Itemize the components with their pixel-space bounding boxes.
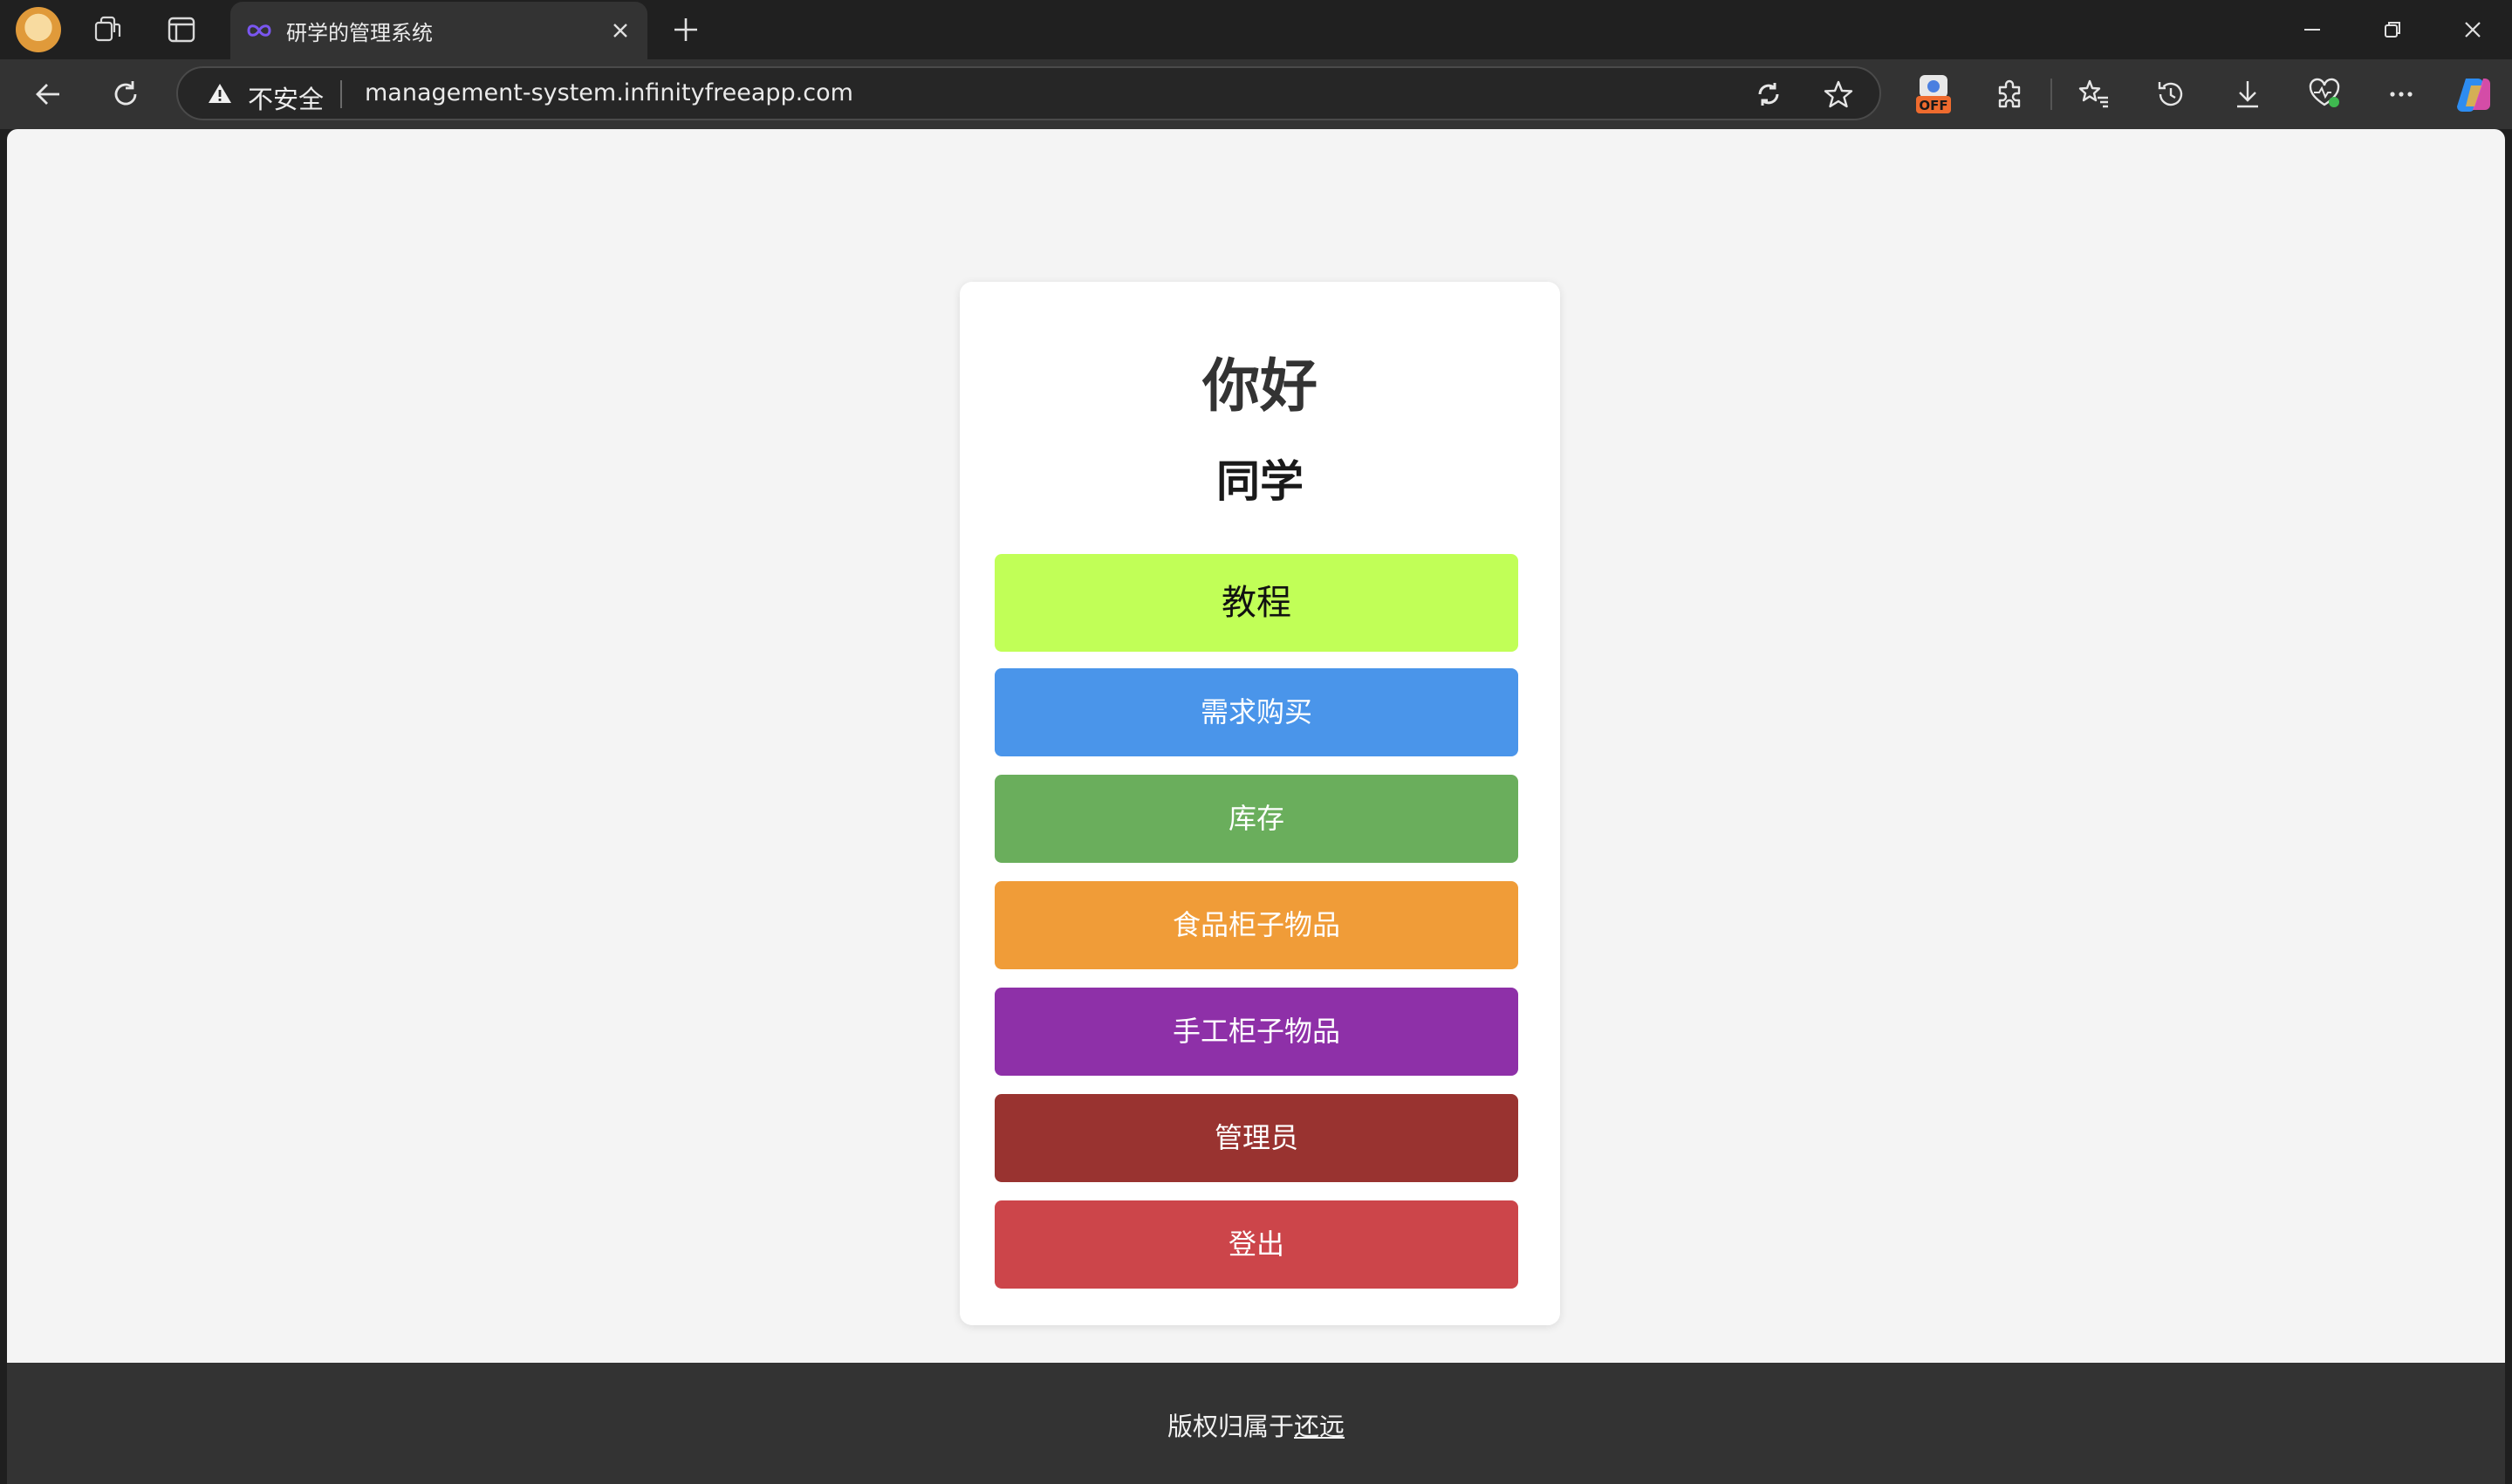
restore-icon[interactable] — [2375, 12, 2410, 47]
purchase-request-button[interactable]: 需求购买 — [995, 668, 1518, 756]
vertical-tabs-icon[interactable] — [164, 12, 199, 47]
toolbar-divider — [2050, 79, 2052, 110]
food-cabinet-button[interactable]: 食品柜子物品 — [995, 881, 1518, 969]
favorites-icon[interactable] — [2075, 75, 2113, 113]
refresh-icon[interactable] — [106, 75, 145, 113]
new-tab-icon[interactable] — [668, 12, 703, 47]
back-icon[interactable] — [30, 75, 68, 113]
address-bar[interactable]: 不安全 management-system.infinityfreeapp.co… — [176, 66, 1881, 120]
url-text[interactable]: management-system.infinityfreeapp.com — [365, 79, 853, 106]
history-icon[interactable] — [2152, 75, 2190, 113]
edge-refresh-icon[interactable] — [1752, 78, 1785, 111]
profile-avatar[interactable] — [16, 7, 61, 52]
downloads-icon[interactable] — [2228, 75, 2267, 113]
browser-essentials-icon[interactable] — [2305, 75, 2344, 113]
footer-author-link[interactable]: 还远 — [1294, 1412, 1345, 1441]
page-footer: 版权归属于还远 — [7, 1363, 2505, 1484]
active-tab[interactable]: 研学的管理系统 — [230, 2, 647, 59]
close-window-icon[interactable] — [2455, 12, 2490, 47]
browser-toolbar: 不安全 management-system.infinityfreeapp.co… — [0, 59, 2512, 129]
extension-off-icon[interactable]: OFF — [1913, 72, 1954, 117]
role-heading: 同学 — [1216, 456, 1304, 507]
footer-prefix: 版权归属于 — [1167, 1412, 1294, 1441]
page-viewport: 你好 同学 教程 需求购买 库存 食品柜子物品 手工柜子物品 管理员 登出 版权… — [7, 129, 2505, 1484]
copilot-icon[interactable] — [2454, 73, 2495, 115]
warning-icon[interactable] — [208, 82, 232, 105]
logout-button[interactable]: 登出 — [995, 1200, 1518, 1289]
tutorial-button[interactable]: 教程 — [995, 554, 1518, 652]
omnibox-divider — [340, 80, 342, 108]
menu-card: 你好 同学 教程 需求购买 库存 食品柜子物品 手工柜子物品 管理员 登出 — [960, 282, 1560, 1325]
tab-strip: 研学的管理系统 — [0, 0, 2512, 59]
favorite-star-icon[interactable] — [1822, 78, 1855, 111]
inventory-button[interactable]: 库存 — [995, 775, 1518, 863]
extension-badge-text: OFF — [1919, 98, 1947, 113]
craft-cabinet-button[interactable]: 手工柜子物品 — [995, 988, 1518, 1076]
more-options-icon[interactable] — [2382, 75, 2420, 113]
security-label[interactable]: 不安全 — [248, 79, 324, 116]
extensions-puzzle-icon[interactable] — [1991, 75, 2029, 113]
close-tab-icon[interactable] — [607, 17, 633, 44]
footer-copyright: 版权归属于还远 — [7, 1406, 2505, 1443]
workspaces-icon[interactable] — [91, 12, 126, 47]
tab-title: 研学的管理系统 — [286, 21, 433, 45]
admin-button[interactable]: 管理员 — [995, 1094, 1518, 1182]
minimize-icon[interactable] — [2295, 12, 2330, 47]
greeting-heading: 你好 — [1202, 352, 1318, 420]
infinity-favicon-icon — [246, 21, 272, 40]
